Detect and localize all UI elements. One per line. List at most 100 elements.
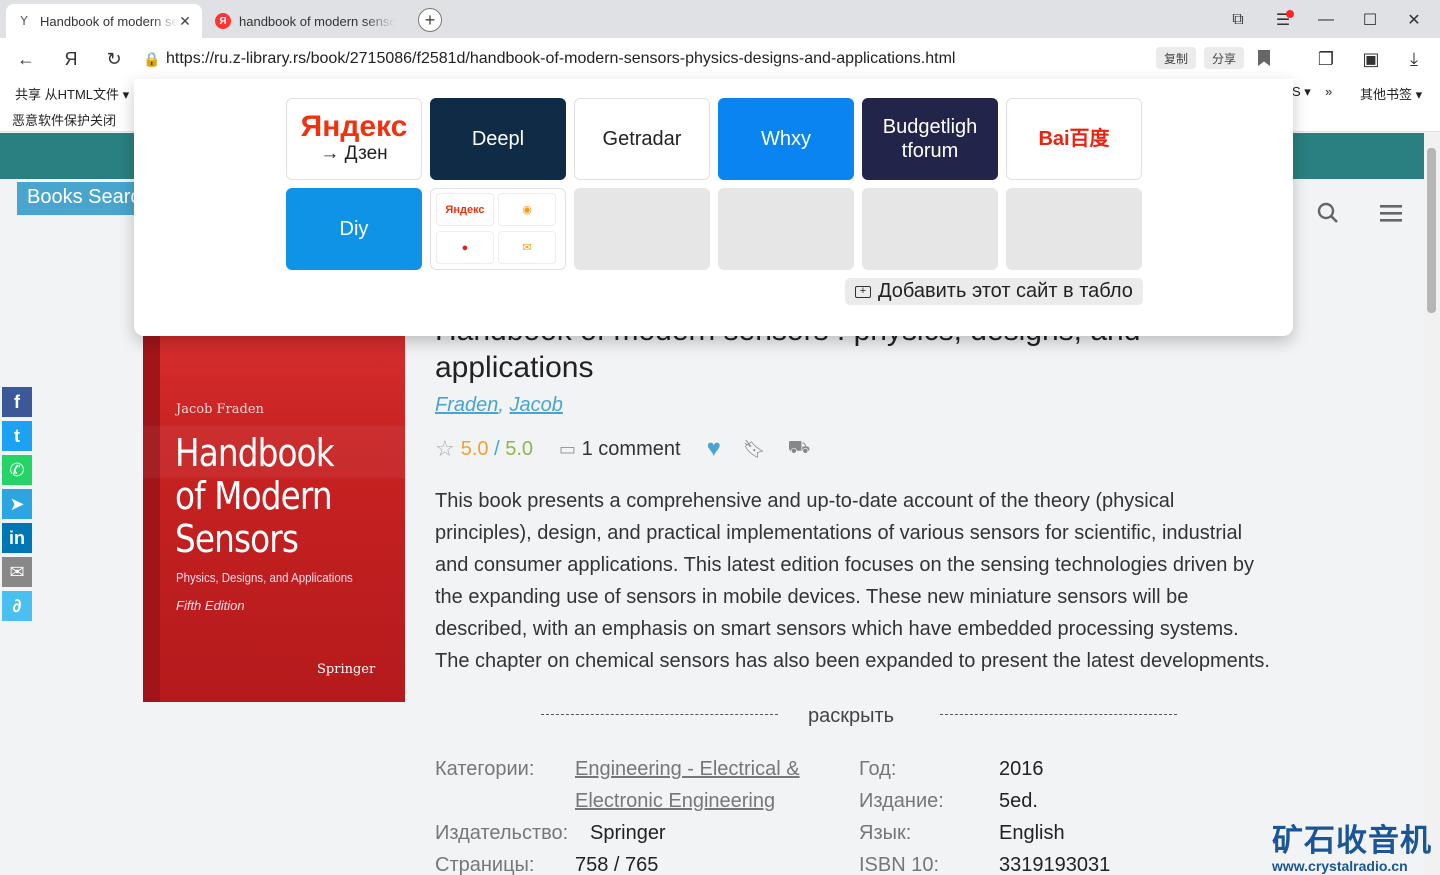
share-linkedin-icon[interactable]: in [2,523,32,553]
watermark-url: www.crystalradio.cn [1272,858,1408,874]
watermark-text: 矿石收音机 [1272,823,1432,859]
tile-label: Budgetligh tforum [882,116,978,162]
tile-label: Getradar [602,128,682,150]
tableau-panel: Яндекс → Дзен Deepl Getradar Whxy Budgetligh … [134,79,1293,336]
back-arrow-icon[interactable]: ← [13,46,39,72]
collections-icon[interactable]: ❐ [1313,46,1339,72]
donate-icon[interactable]: ⛟ [788,437,811,461]
new-tab-button[interactable]: + [418,8,442,32]
tile-label: Whxy [761,128,811,150]
share-whatsapp-icon[interactable]: ✆ [2,455,32,485]
cover-title: Handbook of Modern Sensors [175,432,335,561]
tab-active[interactable]: Y Handbook of modern sensors ✕ [6,4,202,38]
copy-url-button[interactable]: 复制 [1156,47,1197,69]
tile-getradar[interactable]: Getradar [574,98,710,180]
cover-subtitle: Physics, Designs, and Applications [176,570,353,585]
close-window-button[interactable]: ✕ [1402,8,1426,32]
tile-yandex-dzen[interactable]: Яндекс → Дзен [286,98,422,180]
extension-icon[interactable]: ▣ [1358,46,1384,72]
bookmark-folder-share-html[interactable]: 共享 从HTML文件 ▾ [15,84,129,103]
bookmarks-overflow-icon[interactable]: » [1325,84,1332,99]
cover-title-line: of Modern [175,474,333,518]
tile-label: Deepl [471,128,525,150]
folder-mini-tile: ✉ [498,231,556,264]
yandex-button-icon[interactable]: Я [58,46,84,72]
tile-baidu[interactable]: Bai百度 [1006,98,1142,180]
publisher-label: Издательство: [435,822,569,844]
close-tab-icon[interactable]: ✕ [178,13,192,30]
year-value: 2016 [999,758,1044,780]
isbn10-label: ISBN 10: [859,854,940,875]
tile-empty-slot[interactable] [718,188,854,270]
divider [940,714,1177,715]
share-telegram-icon[interactable]: ➤ [2,489,32,519]
edition-label: Издание: [859,790,944,812]
tab-favicon-icon: Y [20,14,28,28]
reload-icon[interactable]: ↻ [101,46,127,72]
yandex-favicon-icon: Я [215,13,231,29]
share-facebook-icon[interactable]: f [2,387,32,417]
share-url-button[interactable]: 分享 [1204,47,1245,69]
tab-title: handbook of modern sensors [239,13,395,29]
star-icon[interactable]: ☆ [435,436,455,462]
folder-mini-tile: Яндекс [436,193,494,226]
isbn10-value: 3319193031 [999,854,1111,875]
tile-deepl[interactable]: Deepl [430,98,566,180]
divider [541,714,778,715]
share-email-icon[interactable]: ✉ [2,557,32,587]
favorite-heart-icon[interactable]: ♥ [707,435,721,463]
comments-link[interactable]: ▭ 1 comment [559,438,681,461]
language-label: Язык: [859,822,912,844]
add-site-to-tableau-button[interactable]: + Добавить этот сайт в табло [845,278,1143,305]
tab-title: Handbook of modern sensors [40,13,178,29]
tile-label: Diy [339,218,369,240]
tile-budgetligh-tforum[interactable]: Budgetligh tforum [862,98,998,180]
expand-description-button[interactable]: раскрыть [808,705,894,728]
cover-title-line: Sensors [175,517,299,561]
tile-empty-slot[interactable] [574,188,710,270]
pages-value: 758 / 765 [575,854,659,875]
rating-row: ☆ 5.0 / 5.0 ▭ 1 comment ♥ 🔖︎ ⛟ [435,434,810,464]
bookmark-folder-more[interactable]: S ▾ [1292,84,1311,100]
tab-inactive[interactable]: Я handbook of modern sensors [205,4,405,38]
page-scrollbar[interactable] [1424,133,1440,875]
tab-manager-icon[interactable]: ⧉ [1226,8,1250,32]
tab-strip: Y Handbook of modern sensors ✕ Я handboo… [0,0,1440,38]
scrollbar-thumb[interactable] [1427,148,1436,313]
bookmark-book-icon[interactable]: 🔖︎ [743,439,766,460]
address-bar[interactable]: 🔒 https://ru.z-library.rs/book/2715086/f… [138,43,1290,75]
other-bookmarks-folder[interactable]: 其他书签 ▾ [1360,84,1422,103]
cover-author: Jacob Fraden [176,402,264,417]
share-twitter-icon[interactable]: t [2,421,32,451]
notification-dot [1286,10,1294,18]
tile-whxy[interactable]: Whxy [718,98,854,180]
tile-empty-slot[interactable] [862,188,998,270]
malware-protection-text: 恶意软件保护关闭 [12,113,117,128]
search-icon[interactable] [1315,200,1341,226]
share-link-icon[interactable]: ∂ [2,591,32,621]
year-label: Год: [859,758,897,780]
author-link[interactable]: Fraden [435,394,498,416]
maximize-button[interactable]: ☐ [1358,8,1382,32]
add-tile-icon: + [855,285,871,298]
cover-publisher: Springer [317,662,376,677]
authors: Fraden, Jacob [435,394,563,416]
rating-value: 5.0 / 5.0 [460,437,534,460]
book-cover[interactable]: Jacob Fraden Handbook of Modern Sensors … [143,336,405,702]
author-link[interactable]: Jacob [510,394,563,416]
minimize-button[interactable]: — [1314,8,1338,32]
tile-empty-slot[interactable] [1006,188,1142,270]
publisher-value: Springer [590,822,666,844]
tile-sub-label: → Дзен [320,143,388,164]
yandex-logo: Яндекс [300,110,408,143]
hamburger-menu-icon[interactable] [1378,200,1404,226]
lock-icon[interactable]: 🔒 [138,51,166,68]
url-text[interactable]: https://ru.z-library.rs/book/2715086/f25… [166,50,1290,68]
categories-link[interactable]: Electronic Engineering [575,790,775,813]
tile-diy[interactable]: Diy [286,188,422,270]
pages-label: Страницы: [435,854,535,875]
tile-folder[interactable]: Яндекс ◉ ● ✉ [430,188,566,270]
categories-link[interactable]: Engineering - Electrical & [575,758,800,781]
download-icon[interactable]: ⤓ [1401,46,1427,72]
book-description: This book presents a comprehensive and u… [435,490,1270,672]
